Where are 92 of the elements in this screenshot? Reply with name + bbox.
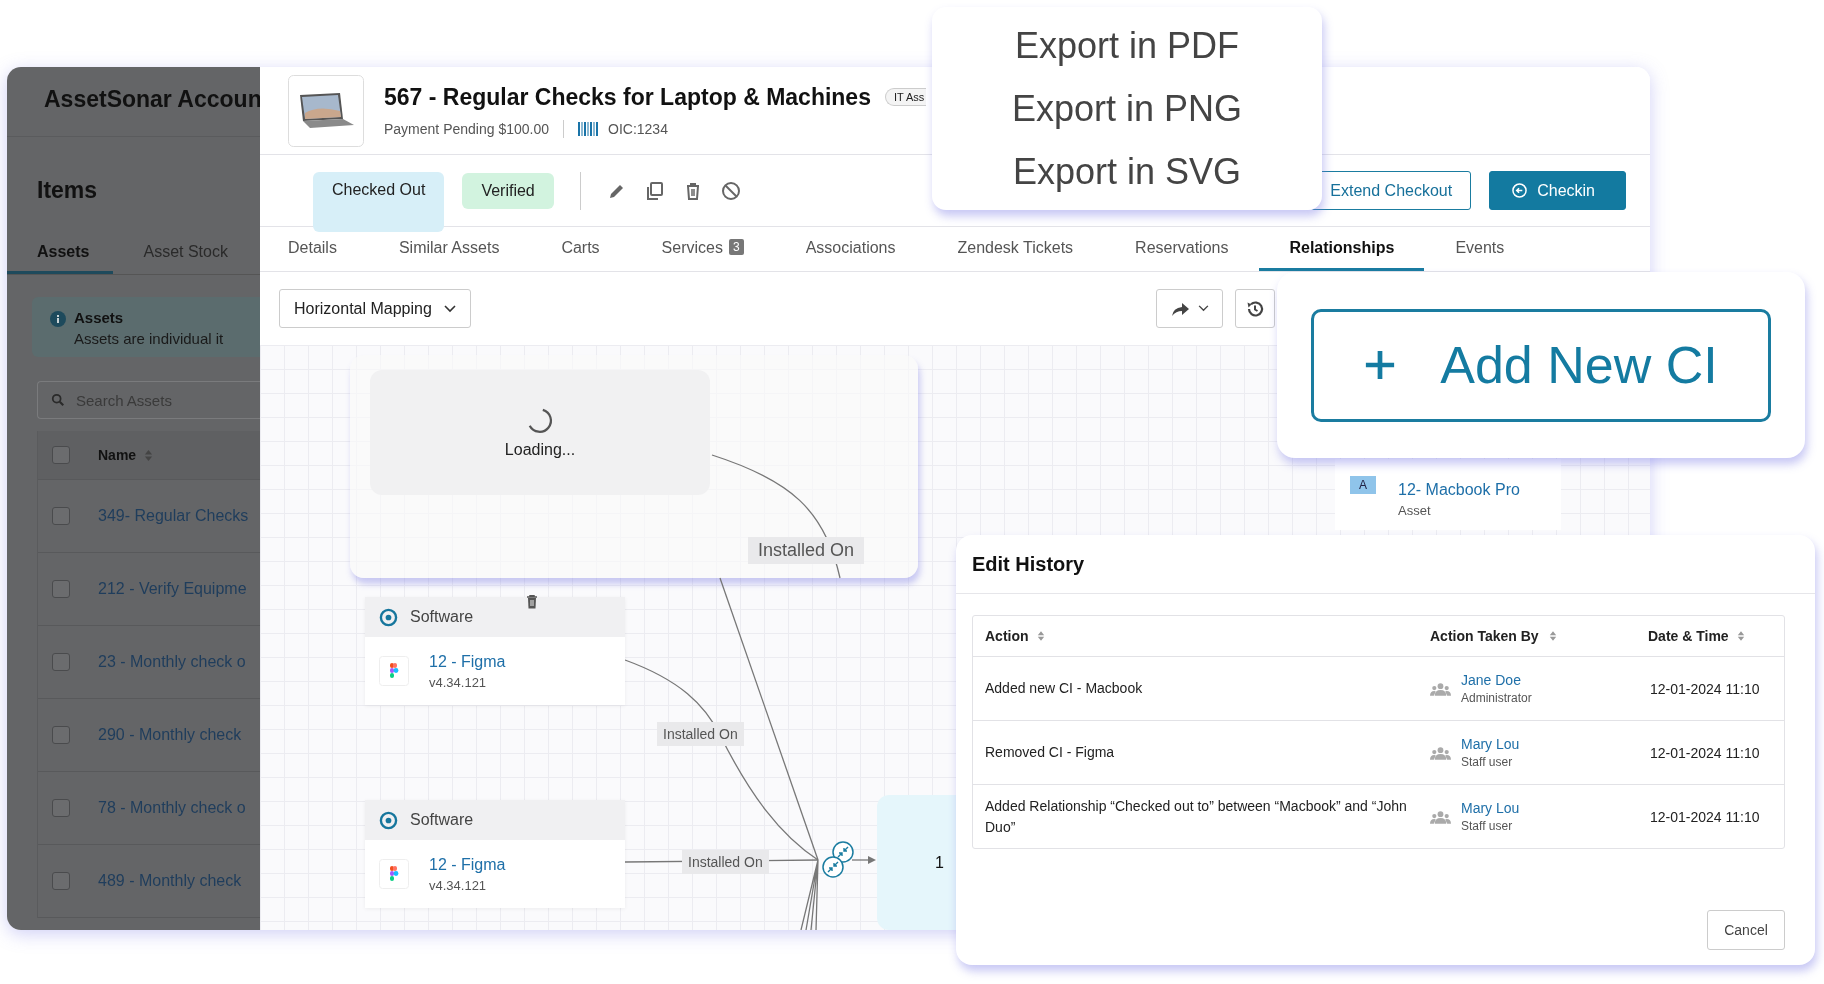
checkbox[interactable]	[52, 507, 70, 525]
caret-icon	[1198, 305, 1209, 312]
checkin-button[interactable]: Checkin	[1489, 171, 1626, 210]
tab[interactable]: Reservations	[1104, 227, 1260, 271]
extend-button[interactable]: Extend Checkout	[1311, 171, 1472, 210]
sort-icon[interactable]	[144, 448, 154, 462]
node-category: Software	[410, 811, 474, 829]
sort-icon[interactable]	[1736, 630, 1745, 642]
checkbox[interactable]	[52, 872, 70, 890]
delete-icon[interactable]	[526, 595, 538, 609]
table-cell-text: Removed CI - Figma	[985, 743, 1115, 762]
users-icon	[1430, 681, 1451, 696]
node-category: Software	[410, 608, 474, 626]
app-logo-icon	[379, 859, 409, 889]
table-cell-text: Added Relationship “Checked out to” between “Macbook” and “John Duo”	[985, 796, 1408, 837]
tab[interactable]: Events	[1424, 227, 1536, 271]
app-logo-icon	[379, 656, 409, 686]
asset-code: OIC:1234	[608, 120, 668, 137]
info-title: Assets	[74, 309, 125, 326]
menu-item[interactable]: Export in PNG	[1011, 85, 1243, 132]
tab[interactable]: Zendesk Tickets	[926, 227, 1105, 271]
target-icon	[379, 810, 398, 830]
loading-text: Loading...	[504, 440, 576, 459]
column-header[interactable]: Action Taken By	[1430, 628, 1539, 644]
category-tag: IT Ass	[884, 88, 927, 106]
type-badge: A	[1350, 476, 1376, 494]
target-icon	[379, 607, 398, 627]
arrow-line	[851, 856, 876, 864]
menu-item[interactable]: Export in PDF	[1014, 22, 1240, 69]
barcode-icon	[578, 121, 598, 136]
payment-status: Payment Pending $100.00	[384, 120, 549, 137]
user-role: Administrator	[1461, 691, 1532, 705]
history-icon	[1245, 298, 1265, 319]
tab[interactable]: Services 3	[630, 227, 775, 271]
menu-item[interactable]: Export in SVG	[1012, 148, 1242, 195]
user-link[interactable]: Mary Lou	[1461, 800, 1520, 816]
count-badge: 3	[728, 239, 744, 255]
node-title[interactable]: 12 - Figma	[429, 855, 506, 874]
user-link[interactable]: Mary Lou	[1461, 736, 1520, 752]
user-role: Staff user	[1461, 819, 1514, 833]
search-icon	[51, 393, 65, 407]
tab[interactable]: Associations	[774, 227, 927, 271]
software-node[interactable]: Software 12 - Figma v4.34.121	[365, 597, 625, 705]
spinner-icon	[526, 406, 554, 435]
info-icon	[50, 311, 66, 327]
checkbox[interactable]	[52, 653, 70, 671]
node-version: v4.34.121	[429, 674, 488, 690]
users-icon	[1430, 745, 1451, 760]
table-cell: 12-01-2024 11:10	[1650, 680, 1760, 697]
plus-icon	[1364, 349, 1397, 381]
share-button[interactable]	[1156, 289, 1223, 328]
node-title[interactable]: 12- Macbook Pro	[1398, 481, 1520, 499]
edge-label: Installed On	[657, 722, 744, 746]
checkbox[interactable]	[52, 799, 70, 817]
column-header[interactable]: Action	[985, 625, 1029, 647]
caret-icon	[443, 304, 456, 313]
arrow-circle-icon	[1512, 183, 1528, 198]
copy-icon[interactable]	[644, 180, 665, 201]
users-icon	[1430, 809, 1451, 824]
checkbox[interactable]	[52, 580, 70, 598]
column-header[interactable]: Date & Time	[1648, 628, 1729, 644]
add-button[interactable]: Add New CI	[1311, 308, 1771, 422]
sort-icon[interactable]	[1036, 630, 1045, 642]
asset-title: 567 - Regular Checks for Laptop & Machines	[384, 83, 871, 111]
table-cell: 12-01-2024 11:10	[1650, 808, 1760, 825]
asset-node[interactable]: A 12- Macbook Pro Asset	[1335, 459, 1561, 530]
edge-label: Installed On	[748, 537, 865, 564]
checkbox[interactable]	[52, 446, 70, 464]
edge-label: Installed On	[682, 850, 769, 874]
view-dropdown[interactable]: Horizontal Mapping	[279, 289, 471, 328]
node-type: Asset	[1398, 503, 1432, 518]
software-node[interactable]: Software 12 - Figma v4.34.121	[365, 800, 625, 908]
collapse-icon[interactable]	[822, 856, 844, 878]
page-heading: Items	[36, 176, 99, 205]
table-cell-text: Added new CI - Macbook	[985, 679, 1143, 698]
checkbox[interactable]	[52, 726, 70, 744]
status-badge: Verified	[462, 172, 554, 209]
node-title: 1	[935, 853, 944, 872]
history-button[interactable]	[1235, 289, 1275, 328]
table-cell: 12-01-2024 11:10	[1650, 744, 1760, 761]
user-link[interactable]: Jane Doe	[1461, 672, 1532, 688]
share-icon	[1170, 300, 1190, 317]
sort-icon[interactable]	[1548, 630, 1557, 642]
dialog-title: Edit History	[956, 535, 1815, 594]
node-version: v4.34.121	[429, 877, 488, 893]
block-icon[interactable]	[720, 180, 741, 201]
status-badge: Checked Out	[313, 171, 445, 232]
node-title[interactable]: 12 - Figma	[429, 652, 506, 671]
info-text: Assets are individual it	[74, 330, 224, 347]
tab[interactable]: Carts	[530, 227, 631, 271]
cancel-button[interactable]: Cancel	[1707, 910, 1785, 950]
user-role: Staff user	[1461, 755, 1514, 769]
